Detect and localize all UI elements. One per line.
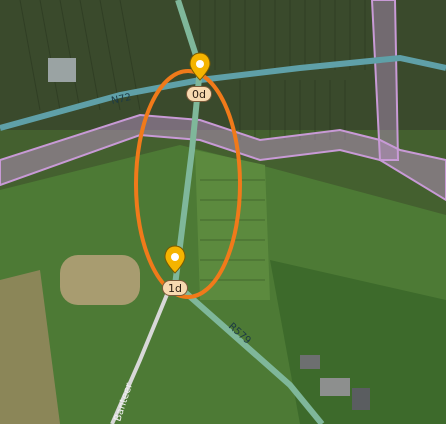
map-canvas: N72 R579 Banteer [0,0,446,424]
building [352,388,370,410]
field-striped [195,150,270,300]
satellite-map[interactable]: N72 R579 Banteer 0d 1d [0,0,446,424]
marker-label-1d[interactable]: 1d [162,280,188,296]
marker-label-0d[interactable]: 0d [186,86,212,102]
building [320,378,350,396]
building [300,355,320,369]
field-bare-soil [60,255,140,305]
greenhouse [48,58,76,82]
